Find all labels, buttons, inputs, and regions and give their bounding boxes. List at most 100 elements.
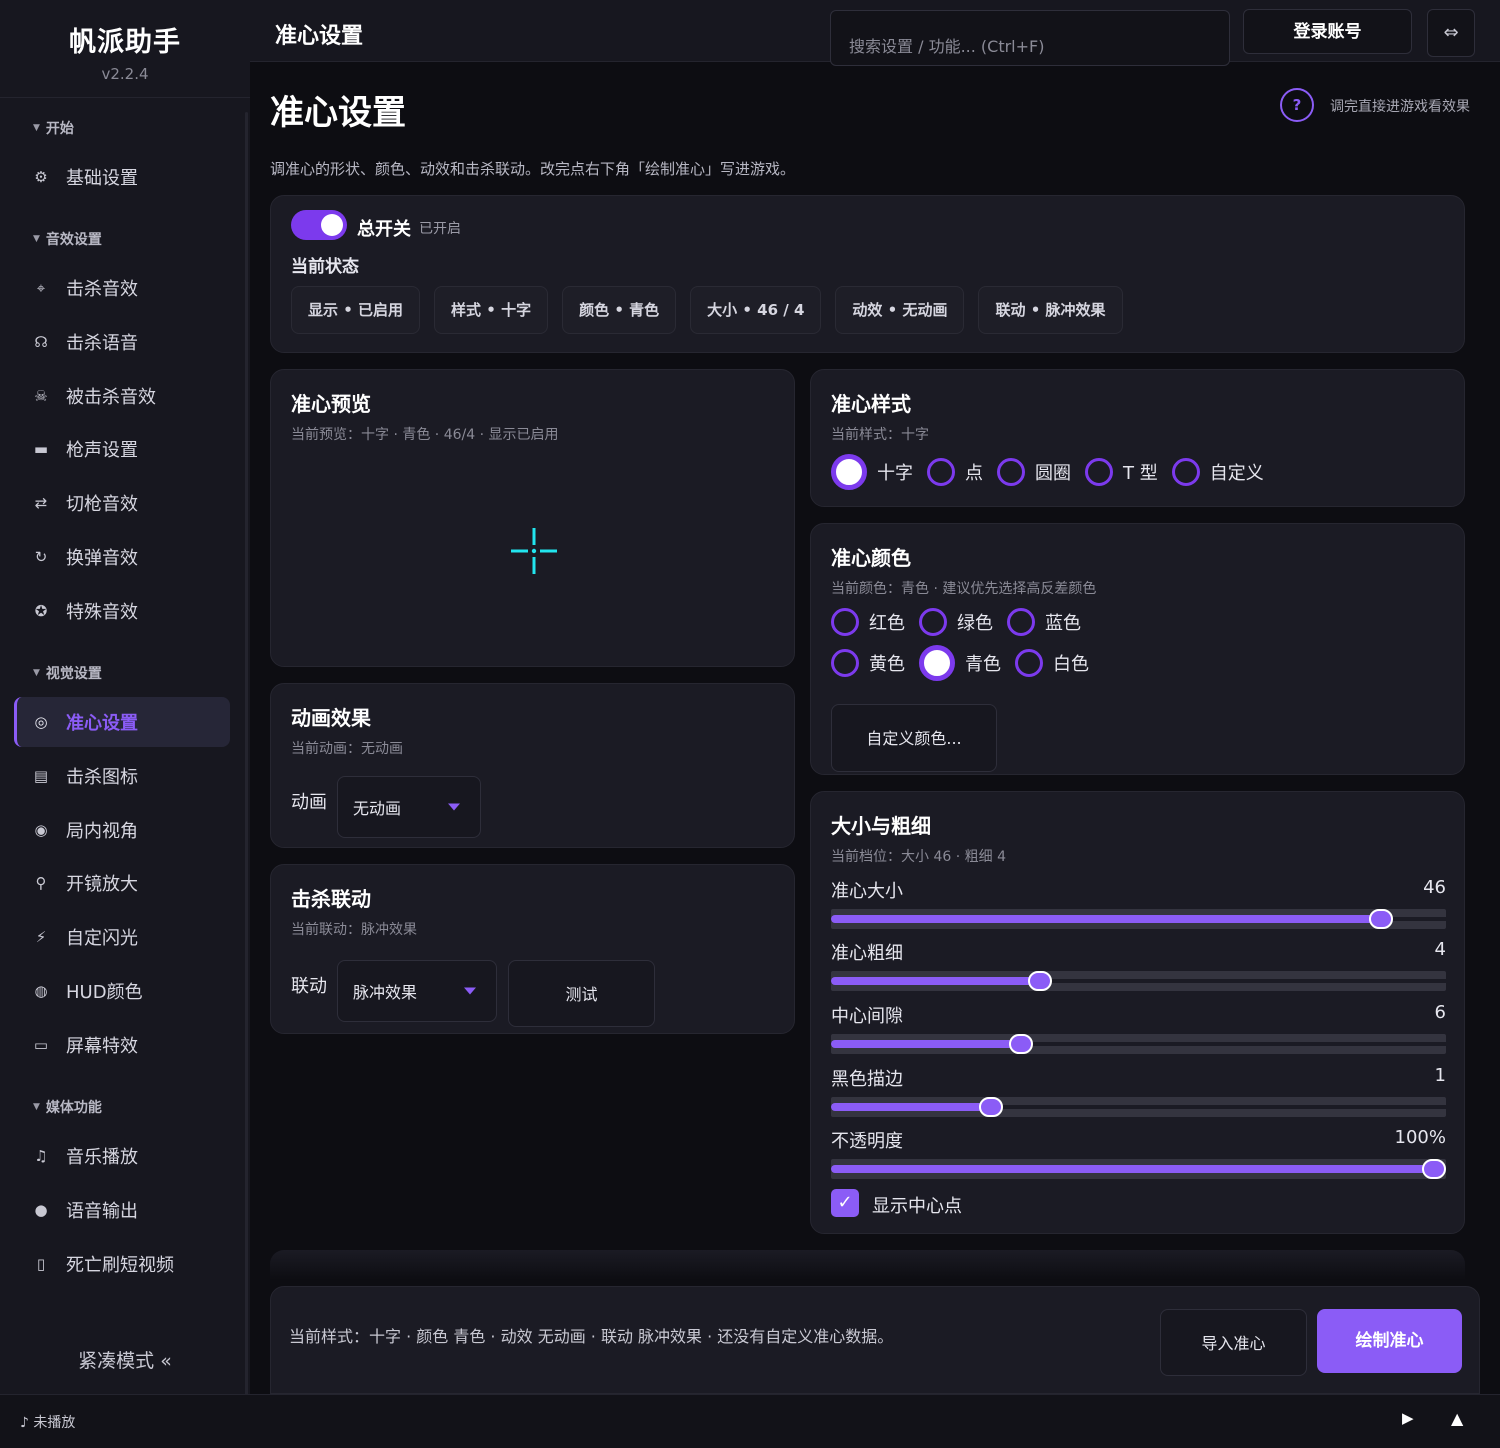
draw-crosshair-button[interactable]: 绘制准心 [1317, 1309, 1462, 1373]
swap-icon: ⇄ [34, 494, 48, 513]
sidebar-item[interactable]: ▬ 枪声设置 [14, 424, 230, 474]
slider-track[interactable] [831, 1034, 1446, 1054]
sidebar-item[interactable]: ♫ 音乐播放 [14, 1131, 230, 1181]
color-radio-blue[interactable] [1007, 608, 1035, 636]
style-radio-t[interactable] [1085, 458, 1113, 486]
style-radio-circle[interactable] [997, 458, 1025, 486]
style-option-label: T 型 [1123, 463, 1158, 484]
sidebar-item[interactable]: ◎ 准心设置 [14, 697, 230, 747]
login-button[interactable]: 登录账号 [1243, 9, 1412, 54]
sidebar-section-label: 视觉设置 [45, 666, 102, 682]
slider-track[interactable] [831, 971, 1446, 991]
style-option-label: 十字 [877, 463, 913, 484]
slider-thumb[interactable] [1009, 1034, 1034, 1054]
compact-mode-toggle[interactable]: 紧凑模式 « [0, 1346, 250, 1373]
animation-title: 动画效果 [291, 706, 371, 730]
color-option-label: 绿色 [957, 613, 993, 634]
expand-icon[interactable]: ▲ [1451, 1409, 1463, 1428]
skull-icon: ☠ [34, 386, 48, 405]
import-button[interactable]: 导入准心 [1160, 1309, 1307, 1376]
show-center-dot-checkbox[interactable]: ✓ [831, 1189, 859, 1217]
color-radio-cyan[interactable] [919, 645, 955, 681]
sidebar-section-header[interactable]: ▼ 开始 [33, 118, 74, 138]
master-card: 总开关 已开启 当前状态 显示 • 已启用 样式 • 十字 颜色 • 青色 大小… [270, 195, 1465, 353]
magnify-icon: ⚲ [35, 874, 47, 893]
slider-thumb[interactable] [978, 1097, 1003, 1117]
sidebar-section-header[interactable]: ▼ 视觉设置 [33, 663, 102, 683]
sidebar-item[interactable]: ⚙ 基础设置 [14, 152, 230, 202]
mic-icon: ● [34, 1200, 48, 1219]
style-card: 准心样式 当前样式：十字 十字 点 圆圈 T 型 自定义 [810, 369, 1465, 507]
slider-label: 黑色描边 [831, 1069, 903, 1090]
slider-thumb[interactable] [1028, 971, 1053, 991]
sidebar-item-label: 开镜放大 [66, 874, 138, 896]
music-icon: ♫ [34, 1147, 48, 1165]
sidebar-item[interactable]: ⌖ 击杀音效 [14, 263, 230, 313]
color-radio-green[interactable] [919, 608, 947, 636]
chevron-down-icon [448, 803, 460, 811]
collapse-icon: ▼ [33, 1102, 40, 1112]
master-toggle[interactable] [291, 210, 347, 240]
sidebar-section-label: 音效设置 [45, 232, 102, 248]
sidebar-item[interactable]: ↻ 换弹音效 [14, 532, 230, 582]
phone-icon: ▯ [36, 1254, 46, 1273]
sidebar-item-label: 语音输出 [66, 1200, 138, 1222]
sidebar-section-header[interactable]: ▼ 媒体功能 [33, 1097, 102, 1117]
sidebar-item[interactable]: ▭ 屏幕特效 [14, 1020, 230, 1070]
target-icon: ⌖ [36, 279, 46, 297]
sidebar-section-label: 媒体功能 [45, 1100, 102, 1116]
sidebar-item[interactable]: ◉ 局内视角 [14, 805, 230, 855]
color-card: 准心颜色 当前颜色：青色 · 建议优先选择高反差颜色 红色 绿色 蓝色 黄色 青… [810, 523, 1465, 775]
slider-label: 不透明度 [831, 1131, 903, 1152]
swap-layout-icon[interactable]: ⇔ [1427, 9, 1475, 57]
sidebar-section-header[interactable]: ▼ 音效设置 [33, 229, 102, 249]
color-radio-yellow[interactable] [831, 649, 859, 677]
sidebar-scrollbar[interactable] [245, 112, 248, 1402]
sidebar-item[interactable]: ⇄ 切枪音效 [14, 478, 230, 528]
style-radio-dot[interactable] [927, 458, 955, 486]
search-input[interactable]: 搜索设置 / 功能... (Ctrl+F) [830, 10, 1230, 66]
app-version: v2.2.4 [101, 65, 149, 83]
slider-value: 4 [1434, 939, 1446, 960]
sidebar-item[interactable]: ☊ 击杀语音 [14, 317, 230, 367]
sidebar-item-label: 击杀语音 [66, 332, 138, 354]
test-button[interactable]: 测试 [508, 960, 655, 1027]
next-card-edge [270, 1250, 1465, 1280]
sidebar-item[interactable]: ▤ 击杀图标 [14, 751, 230, 801]
slider-fill [831, 977, 1041, 985]
star-icon: ✪ [34, 601, 48, 620]
slider-track[interactable] [831, 909, 1446, 929]
help-icon[interactable]: ? [1280, 88, 1314, 122]
slider-thumb[interactable] [1421, 1159, 1446, 1179]
custom-color-button[interactable]: 自定义颜色... [831, 704, 997, 772]
app-name: 帆派助手 [69, 27, 181, 58]
slider-track[interactable] [831, 1159, 1446, 1179]
style-option-label: 自定义 [1209, 463, 1264, 484]
animation-select[interactable]: 无动画 [337, 776, 481, 838]
color-radio-red[interactable] [831, 608, 859, 636]
sidebar-item[interactable]: ⚡ 自定闪光 [14, 912, 230, 962]
slider-value: 100% [1394, 1127, 1446, 1148]
color-subtitle: 当前颜色：青色 · 建议优先选择高反差颜色 [831, 581, 1097, 597]
size-card: 大小与粗细 当前档位：大小 46 · 粗细 4 准心大小 46 准心粗细 4 中心间隙 6… [810, 791, 1465, 1234]
sidebar-item[interactable]: ▯ 死亡刷短视频 [14, 1239, 230, 1289]
sidebar-item[interactable]: ☠ 被击杀音效 [14, 371, 230, 421]
sidebar-item[interactable]: ⚲ 开镜放大 [14, 858, 230, 908]
kill-link-card: 击杀联动 当前联动：脉冲效果 联动 脉冲效果 测试 [270, 864, 795, 1034]
play-icon[interactable]: ▶ [1402, 1409, 1414, 1427]
sidebar-item[interactable]: ✪ 特殊音效 [14, 586, 230, 636]
palette-icon: ◍ [34, 982, 48, 1000]
kill-link-select[interactable]: 脉冲效果 [337, 960, 497, 1022]
slider-thumb[interactable] [1369, 909, 1394, 929]
style-radio-custom[interactable] [1171, 458, 1200, 486]
color-radio-white[interactable] [1015, 649, 1043, 677]
slider-track[interactable] [831, 1097, 1446, 1117]
master-label: 总开关 [357, 219, 411, 240]
sidebar-item-label: 音乐播放 [66, 1147, 138, 1168]
sidebar-item[interactable]: ◍ HUD颜色 [14, 966, 230, 1016]
sidebar-item[interactable]: ● 语音输出 [14, 1185, 230, 1235]
status-chip: 样式 • 十字 [434, 286, 549, 334]
style-radio-cross[interactable] [831, 454, 867, 490]
animation-field-label: 动画 [291, 792, 327, 813]
color-option-label: 蓝色 [1045, 613, 1081, 634]
